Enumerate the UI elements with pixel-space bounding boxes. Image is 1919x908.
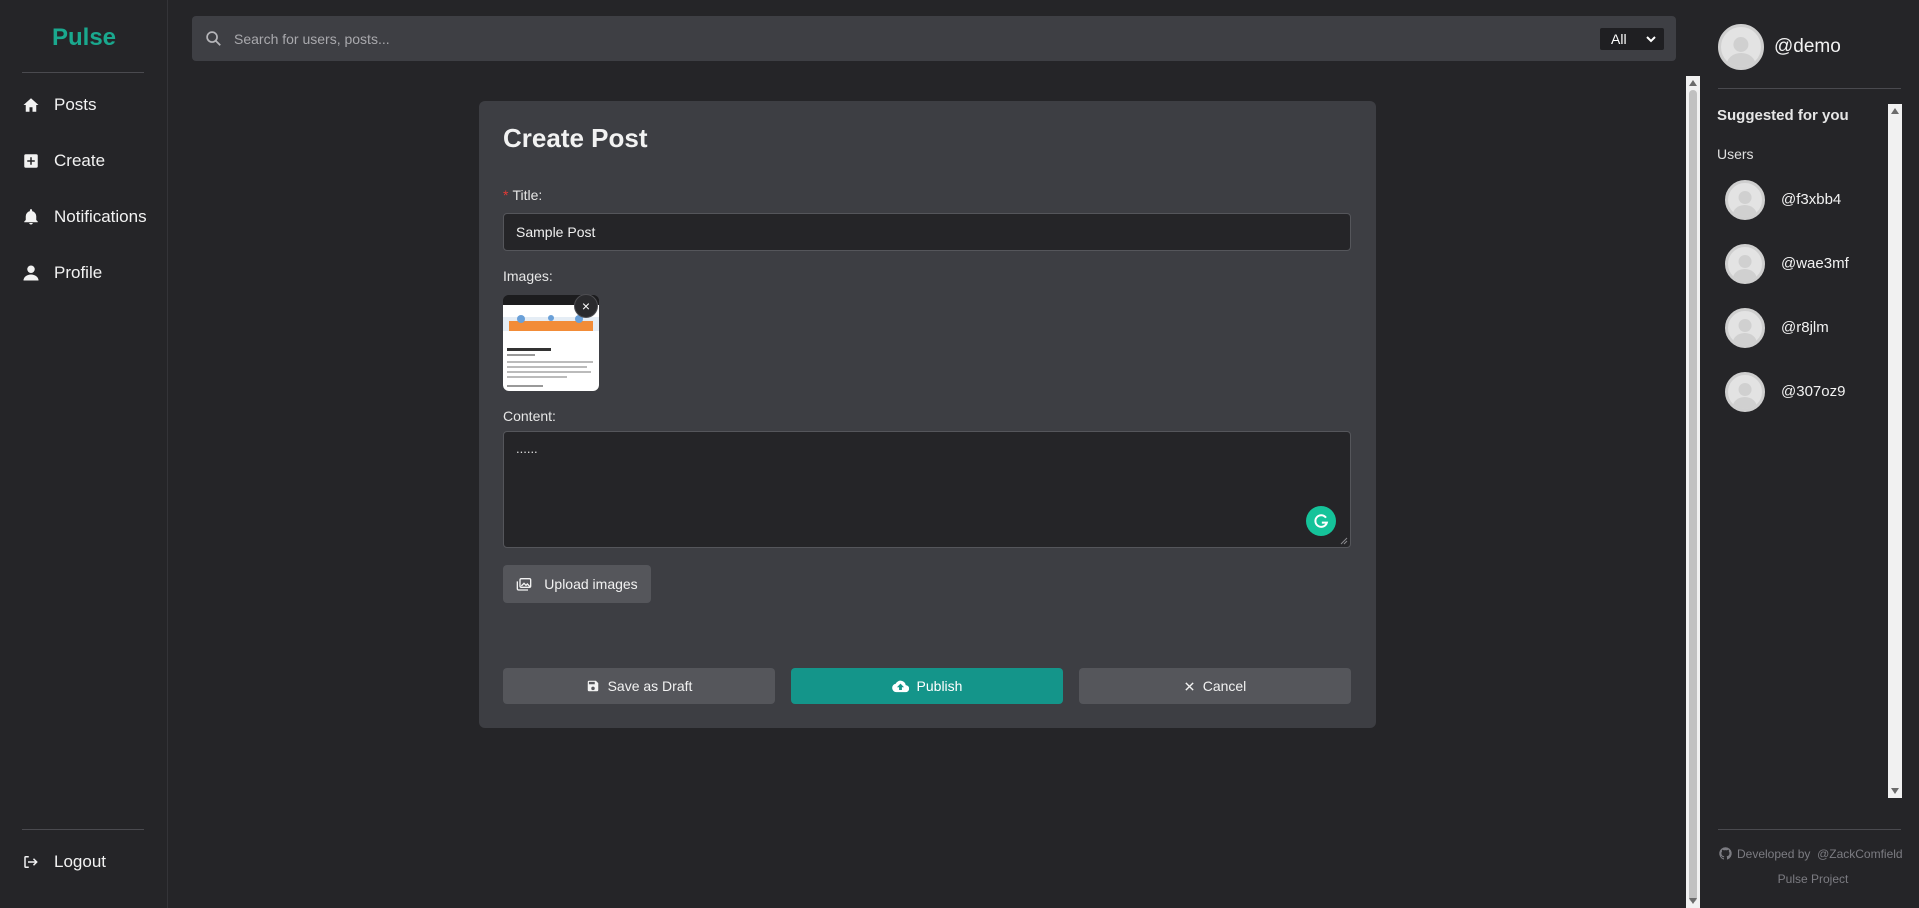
sidebar-item-notifications[interactable]: Notifications [22,202,147,232]
title-label-text: Title: [512,187,543,203]
right-panel-divider [1718,88,1901,89]
suggested-title: Suggested for you [1717,107,1849,124]
main-scrollbar[interactable] [1686,76,1700,908]
publish-label: Publish [916,678,963,694]
right-panel-divider [1718,829,1901,830]
scroll-up-arrow[interactable] [1891,108,1899,114]
sidebar-item-profile[interactable]: Profile [22,258,102,288]
upload-images-label: Upload images [544,576,638,592]
images-label: Images: [503,268,553,284]
app-logo[interactable]: Pulse [0,24,168,52]
content-label: Content: [503,408,556,424]
search-filter-value: All [1611,30,1627,47]
remove-image-button[interactable]: × [574,294,598,318]
title-label: * Title: [503,187,542,203]
github-icon [1719,847,1732,860]
title-input[interactable]: Sample Post [503,213,1351,251]
sidebar-item-create[interactable]: Create [22,146,105,176]
suggested-user-avatar[interactable] [1725,372,1765,412]
sidebar-item-label: Notifications [54,207,147,226]
scroll-down-arrow[interactable] [1689,898,1697,904]
save-icon [587,680,598,692]
sidebar-item-label: Create [54,151,106,170]
search-bar: All [192,16,1676,61]
right-panel: @demo Suggested for you Users @f3xbb4 @w… [1700,0,1919,908]
scrollbar-thumb[interactable] [1689,90,1697,902]
chevron-down-icon [1646,35,1656,42]
avatar[interactable] [1718,24,1764,70]
bell-icon [24,209,38,225]
scroll-up-arrow[interactable] [1689,80,1697,86]
logout-label: Logout [54,852,106,871]
sidebar-divider [22,72,144,73]
sidebar-item-label: Profile [54,263,103,282]
sidebar-divider [22,829,144,830]
user-icon [23,265,39,281]
suggested-user-name[interactable]: @r8jlm [1781,319,1829,336]
content-textarea[interactable]: ...... [503,431,1351,548]
page-title: Create Post [503,123,648,153]
required-mark: * [503,187,509,203]
save-draft-button[interactable]: Save as Draft [503,668,775,704]
scroll-down-arrow[interactable] [1891,788,1899,794]
logout-icon [24,856,38,868]
save-draft-label: Save as Draft [607,678,693,694]
home-icon [23,98,39,112]
suggested-user-name[interactable]: @307oz9 [1781,383,1845,400]
suggested-user-avatar[interactable] [1725,180,1765,220]
cloud-upload-icon [891,680,909,692]
sidebar-item-label: Posts [54,95,97,114]
search-icon [206,31,221,46]
cancel-label: Cancel [1202,678,1247,694]
sidebar: Pulse Posts Create Notifications Profile… [0,0,168,908]
suggested-user-avatar[interactable] [1725,308,1765,348]
title-input-value: Sample Post [516,224,596,240]
publish-button[interactable]: Publish [791,668,1063,704]
logout-button[interactable]: Logout [22,847,106,877]
suggested-user-name[interactable]: @f3xbb4 [1781,191,1841,208]
upload-images-button[interactable]: Upload images [503,565,651,603]
content-value: ...... [516,441,538,456]
create-post-card: Create Post * Title: Sample Post Images: … [479,101,1376,728]
suggested-user-avatar[interactable] [1725,244,1765,284]
sidebar-item-posts[interactable]: Posts [22,90,97,120]
suggested-user-name[interactable]: @wae3mf [1781,255,1849,272]
footer-developed-by: Developed by @ZackComfield [1718,846,1908,861]
close-icon [1185,681,1194,691]
resize-handle-icon[interactable] [1340,537,1348,545]
plus-square-icon [24,154,38,168]
images-icon [516,578,532,591]
search-filter-select[interactable]: All [1600,27,1664,50]
current-username[interactable]: @demo [1774,36,1841,58]
grammarly-icon[interactable] [1306,506,1336,536]
footer-developed-text: Developed by [1737,847,1811,861]
footer-project-link[interactable]: Pulse Project [1718,872,1908,886]
footer-author-link[interactable]: @ZackComfield [1817,847,1903,861]
users-label: Users [1717,146,1754,162]
suggestions-scrollbar[interactable] [1888,104,1902,798]
cancel-button[interactable]: Cancel [1079,668,1351,704]
search-input[interactable] [232,29,1600,48]
